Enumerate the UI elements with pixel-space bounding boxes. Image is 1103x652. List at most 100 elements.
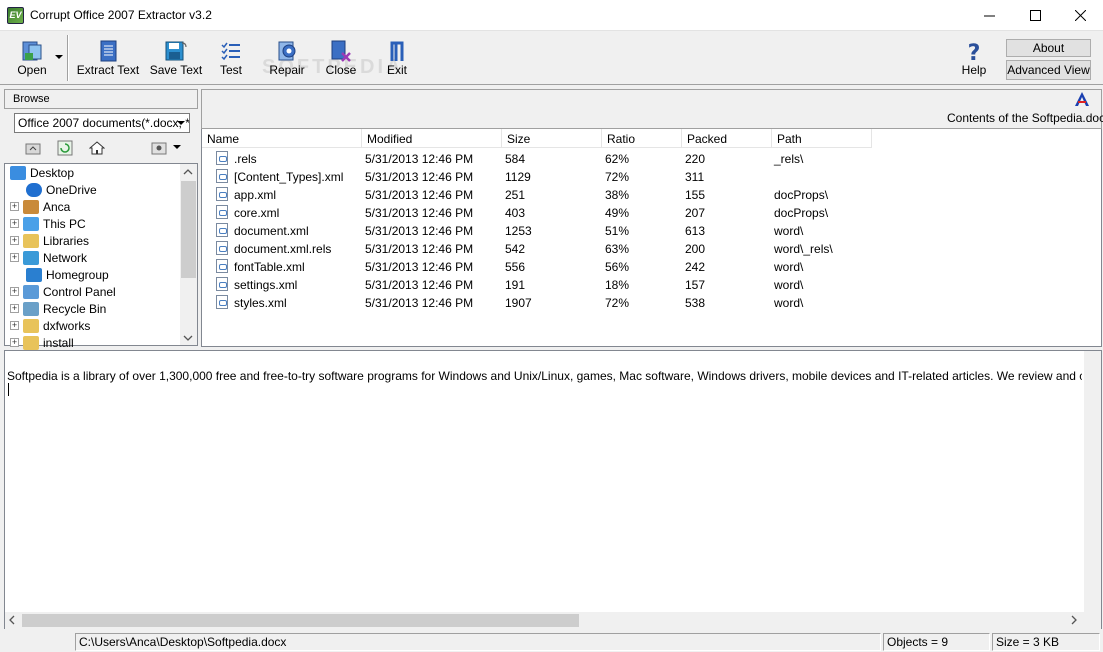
file-row[interactable] <box>202 258 1082 276</box>
tree-item-label: Libraries <box>43 233 90 248</box>
column-header-path[interactable]: Path <box>772 129 872 148</box>
column-header-packed[interactable]: Packed <box>682 129 772 148</box>
tree-item[interactable]: Homegroup <box>26 266 109 283</box>
open-button[interactable]: Open <box>10 35 54 81</box>
extract-text-label: Extract Text <box>76 63 140 77</box>
horizontal-scrollbar-thumb[interactable] <box>22 614 579 627</box>
folder-icon <box>23 233 39 248</box>
tree-item[interactable]: + Recycle Bin <box>10 300 106 317</box>
tree-scroll-down[interactable] <box>183 333 193 345</box>
font-icon <box>1075 92 1089 106</box>
tree-item[interactable]: + Anca <box>10 198 70 215</box>
home-button[interactable] <box>86 138 108 158</box>
column-header-name[interactable]: Name <box>202 129 362 148</box>
tree-expander[interactable]: + <box>10 287 19 296</box>
cell-size: 1129 <box>505 170 531 184</box>
test-button[interactable]: Test <box>212 35 250 81</box>
tree-expander[interactable]: + <box>10 202 19 211</box>
cell-packed: 200 <box>685 242 706 256</box>
xml-file-icon <box>216 259 228 273</box>
cell-name: fontTable.xml <box>234 260 305 274</box>
file-row[interactable] <box>202 276 1082 294</box>
file-row[interactable] <box>202 150 1082 168</box>
font-settings-button[interactable] <box>1073 91 1091 107</box>
open-dropdown-arrow[interactable] <box>54 52 64 62</box>
file-filter-select[interactable]: Office 2007 documents(*.docx, * <box>14 113 190 133</box>
open-icon <box>22 41 42 61</box>
computer-icon <box>23 216 39 231</box>
column-header-ratio[interactable]: Ratio <box>602 129 682 148</box>
column-header-modified[interactable]: Modified <box>362 129 502 148</box>
cell-ratio: 63% <box>605 242 630 256</box>
close-window-button[interactable] <box>1057 0 1103 31</box>
text-vertical-scrollbar[interactable] <box>1084 351 1101 612</box>
home-icon <box>89 141 105 155</box>
tree-expander[interactable]: + <box>10 321 19 330</box>
tree-expander[interactable]: + <box>10 236 19 245</box>
file-row[interactable] <box>202 240 1082 258</box>
file-row[interactable] <box>202 186 1082 204</box>
column-header-size[interactable]: Size <box>502 129 602 148</box>
tree-expander[interactable]: + <box>10 338 19 347</box>
view-options-button[interactable] <box>148 138 170 158</box>
cell-name: app.xml <box>234 188 277 202</box>
tree-scroll-up[interactable] <box>183 167 193 179</box>
tree-item-label: This PC <box>43 216 86 231</box>
file-row[interactable] <box>202 222 1082 240</box>
refresh-button[interactable] <box>54 138 76 158</box>
chevron-right-icon <box>1071 615 1077 625</box>
scroll-left-button[interactable] <box>8 615 16 628</box>
tree-item[interactable]: + dxfworks <box>10 317 90 334</box>
exit-button[interactable]: Exit <box>380 35 414 81</box>
xml-file-icon <box>216 241 228 255</box>
tree-item-label: Homegroup <box>46 267 109 282</box>
cell-size: 403 <box>505 206 526 220</box>
browse-header: Browse <box>4 89 198 109</box>
cell-size: 1907 <box>505 296 532 310</box>
tree-item[interactable]: + Control Panel <box>10 283 116 300</box>
tree-expander[interactable]: + <box>10 253 19 262</box>
cell-path: word\ <box>774 278 804 292</box>
status-file-path: C:\Users\Anca\Desktop\Softpedia.docx <box>75 633 881 651</box>
folder-up-icon <box>25 143 41 155</box>
test-label: Test <box>219 63 242 77</box>
app-icon: EV <box>7 7 24 24</box>
chevron-left-icon <box>9 615 15 625</box>
extracted-text-area[interactable] <box>4 350 1102 629</box>
tree-item[interactable]: Desktop <box>10 164 75 181</box>
file-row[interactable] <box>202 294 1082 312</box>
cell-path: word\ <box>774 224 804 238</box>
save-text-button[interactable]: Save Text <box>148 35 204 81</box>
checklist-icon <box>221 42 240 61</box>
tree-item[interactable]: + Network <box>10 249 87 266</box>
file-filter-dropdown[interactable] <box>172 114 189 132</box>
tree-item[interactable]: OneDrive <box>26 181 97 198</box>
help-button[interactable]: ? Help <box>958 35 990 81</box>
tree-item[interactable]: + Libraries <box>10 232 89 249</box>
advanced-view-button[interactable]: Advanced View <box>1006 60 1091 80</box>
tree-item[interactable]: + install <box>10 334 74 351</box>
view-options-dropdown[interactable] <box>172 142 182 155</box>
extract-text-button[interactable]: Extract Text <box>76 35 140 81</box>
tree-expander[interactable]: + <box>10 304 19 313</box>
scroll-right-button[interactable] <box>1070 615 1078 628</box>
close-file-button[interactable]: Close <box>322 35 360 81</box>
cell-ratio: 56% <box>605 260 630 274</box>
file-row[interactable] <box>202 204 1082 222</box>
document-icon <box>100 40 117 62</box>
chevron-down-icon <box>176 121 185 125</box>
cell-ratio: 51% <box>605 224 630 238</box>
repair-button[interactable]: Repair <box>266 35 308 81</box>
about-button[interactable]: About <box>1006 39 1091 57</box>
tree-expander[interactable]: + <box>10 219 19 228</box>
cell-path: _rels\ <box>774 152 804 166</box>
tree-item[interactable]: + This PC <box>10 215 86 232</box>
xml-file-icon <box>216 205 228 219</box>
minimize-button[interactable] <box>966 0 1012 31</box>
maximize-button[interactable] <box>1012 0 1058 31</box>
cell-ratio: 72% <box>605 170 630 184</box>
desktop-icon <box>10 165 26 180</box>
folder-up-button[interactable] <box>22 138 44 158</box>
cell-name: document.xml.rels <box>234 242 332 256</box>
tree-scrollbar-thumb[interactable] <box>181 181 196 278</box>
